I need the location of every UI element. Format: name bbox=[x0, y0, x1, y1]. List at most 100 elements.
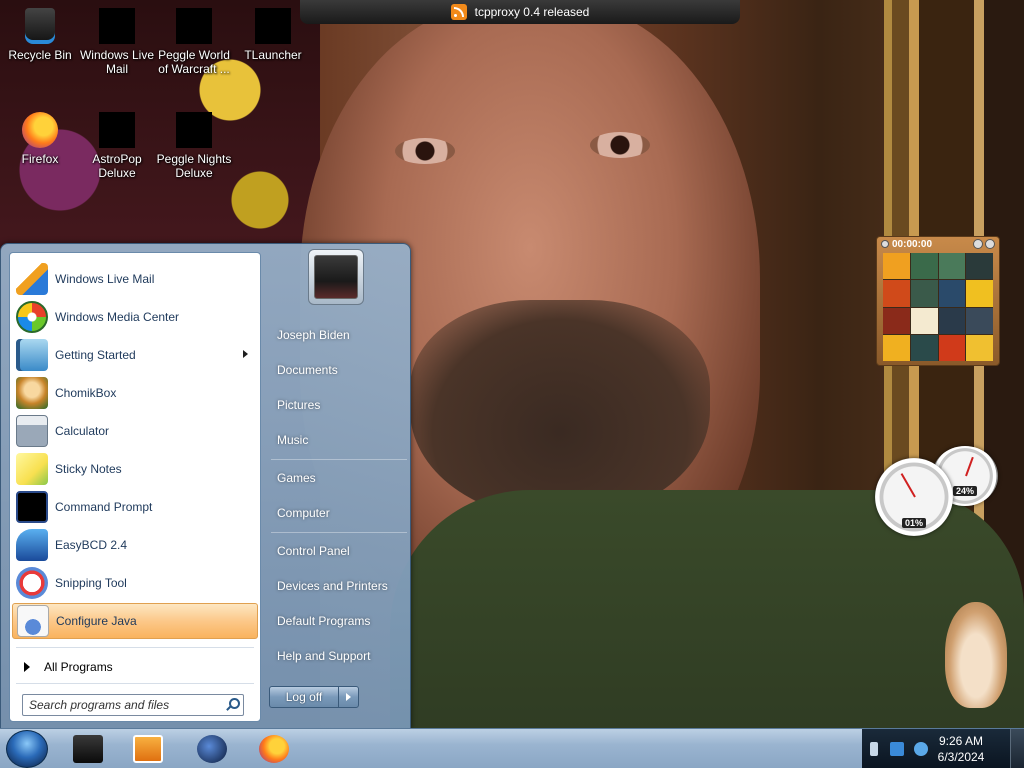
start-item-label: EasyBCD 2.4 bbox=[55, 538, 128, 552]
taskbar-app-2[interactable] bbox=[122, 732, 174, 766]
place-devices-and-printers[interactable]: Devices and Printers bbox=[269, 572, 409, 600]
start-search bbox=[22, 694, 244, 716]
clock-date: 6/3/2024 bbox=[937, 750, 985, 764]
puzzle-tile[interactable] bbox=[938, 307, 966, 334]
cpu-meter-gadget[interactable]: 01% bbox=[875, 458, 953, 536]
system-tray: 9:26 AM 6/3/2024 bbox=[862, 729, 1024, 768]
place-label: Default Programs bbox=[277, 614, 371, 628]
desktop-icon-recycle-bin[interactable]: Recycle Bin bbox=[0, 8, 80, 62]
start-search-input[interactable] bbox=[23, 695, 219, 715]
help-icon[interactable] bbox=[973, 239, 983, 249]
mail-icon bbox=[99, 8, 135, 44]
place-label: Documents bbox=[277, 363, 338, 377]
desktop-icon-peggle-nights-deluxe[interactable]: Peggle Nights Deluxe bbox=[154, 112, 234, 180]
logoff-button[interactable]: Log off bbox=[270, 687, 338, 707]
firefox-icon bbox=[259, 735, 289, 763]
start-item-getting-started[interactable]: Getting Started bbox=[12, 337, 258, 373]
puzzle-timer: 00:00:00 bbox=[892, 238, 933, 250]
puzzle-tile[interactable] bbox=[883, 334, 910, 361]
expand-arrow-icon bbox=[24, 662, 30, 672]
puzzle-tile[interactable] bbox=[938, 280, 966, 307]
puzzle-tile[interactable] bbox=[910, 307, 938, 334]
cpu-meter-needle bbox=[900, 473, 916, 498]
place-user-folder[interactable]: Joseph Biden bbox=[269, 321, 409, 349]
start-item-command-prompt[interactable]: Command Prompt bbox=[12, 489, 258, 525]
puzzle-tile[interactable] bbox=[966, 307, 993, 334]
memory-meter-needle bbox=[965, 456, 974, 477]
desktop-icon-tlauncher[interactable]: TLauncher bbox=[233, 8, 313, 62]
place-control-panel[interactable]: Control Panel bbox=[269, 537, 409, 565]
puzzle-tile[interactable] bbox=[966, 334, 993, 361]
puzzle-tile[interactable] bbox=[883, 307, 910, 334]
show-hidden-icons-icon[interactable] bbox=[870, 742, 878, 756]
place-games[interactable]: Games bbox=[269, 464, 409, 492]
puzzle-tile[interactable] bbox=[883, 253, 910, 280]
start-item-label: Calculator bbox=[55, 424, 110, 438]
puzzle-tile[interactable] bbox=[910, 334, 938, 361]
desktop-icon-label: AstroPop Deluxe bbox=[92, 152, 142, 180]
desktop-icon-windows-live-mail[interactable]: Windows Live Mail bbox=[77, 8, 157, 76]
taskbar-clock[interactable]: 9:26 AM 6/3/2024 bbox=[926, 733, 996, 765]
place-computer[interactable]: Computer bbox=[269, 499, 409, 527]
start-item-windows-media-center[interactable]: Windows Media Center bbox=[12, 299, 258, 335]
desktop-icon-label: Peggle Nights Deluxe bbox=[156, 152, 232, 180]
start-item-calculator[interactable]: Calculator bbox=[12, 413, 258, 449]
easybcd-icon bbox=[16, 529, 48, 561]
media-player-icon bbox=[133, 735, 163, 763]
start-item-label: Command Prompt bbox=[55, 500, 153, 514]
refresh-icon[interactable] bbox=[985, 239, 995, 249]
desktop-icon-astropop-deluxe[interactable]: AstroPop Deluxe bbox=[77, 112, 157, 180]
network-icon[interactable] bbox=[890, 742, 904, 756]
taskbar-app-1[interactable] bbox=[62, 732, 114, 766]
start-item-label: Getting Started bbox=[55, 348, 136, 362]
puzzle-tile[interactable] bbox=[883, 280, 910, 307]
place-documents[interactable]: Documents bbox=[269, 356, 409, 384]
place-default-programs[interactable]: Default Programs bbox=[269, 607, 409, 635]
puzzle-gadget-buttons bbox=[973, 239, 995, 249]
feed-notification[interactable]: tcpproxy 0.4 released bbox=[300, 0, 740, 24]
taskbar-app-firefox[interactable] bbox=[248, 732, 300, 766]
place-music[interactable]: Music bbox=[269, 426, 409, 454]
puzzle-gadget[interactable]: 00:00:00 bbox=[876, 236, 1000, 366]
sticky-notes-icon bbox=[16, 453, 48, 485]
submenu-arrow-icon bbox=[243, 350, 248, 358]
place-label: Pictures bbox=[277, 398, 321, 412]
search-icon[interactable] bbox=[225, 698, 240, 712]
command-prompt-icon bbox=[16, 491, 48, 523]
puzzle-tile[interactable] bbox=[910, 280, 938, 307]
start-item-chomikbox[interactable]: ChomikBox bbox=[12, 375, 258, 411]
places-separator bbox=[271, 532, 407, 533]
start-item-easybcd[interactable]: EasyBCD 2.4 bbox=[12, 527, 258, 563]
all-programs-button[interactable]: All Programs bbox=[16, 655, 256, 679]
desktop-icon-firefox[interactable]: Firefox bbox=[0, 112, 80, 166]
desktop-icon-label: Recycle Bin bbox=[8, 48, 72, 62]
start-item-label: Sticky Notes bbox=[55, 462, 122, 476]
puzzle-tile[interactable] bbox=[910, 253, 938, 280]
place-help-and-support[interactable]: Help and Support bbox=[269, 642, 409, 670]
puzzle-tile[interactable] bbox=[938, 253, 966, 280]
shutdown-options-arrow-icon[interactable] bbox=[338, 687, 358, 707]
desktop-icon-peggle-world-of-warcraft[interactable]: Peggle World of Warcraft ... bbox=[154, 8, 234, 76]
start-item-sticky-notes[interactable]: Sticky Notes bbox=[12, 451, 258, 487]
start-item-configure-java[interactable]: Configure Java bbox=[12, 603, 258, 639]
start-button[interactable] bbox=[6, 730, 48, 768]
puzzle-grid[interactable] bbox=[883, 253, 993, 361]
desktop-icon-label: TLauncher bbox=[244, 48, 302, 62]
place-label: Games bbox=[277, 471, 316, 485]
user-avatar[interactable] bbox=[308, 249, 364, 305]
start-item-label: Snipping Tool bbox=[55, 576, 127, 590]
start-item-snipping-tool[interactable]: Snipping Tool bbox=[12, 565, 258, 601]
puzzle-tile[interactable] bbox=[966, 280, 993, 307]
game-icon bbox=[176, 112, 212, 148]
start-item-windows-live-mail[interactable]: Windows Live Mail bbox=[12, 261, 258, 297]
puzzle-tile[interactable] bbox=[938, 334, 966, 361]
taskbar-app-3[interactable] bbox=[186, 732, 238, 766]
place-pictures[interactable]: Pictures bbox=[269, 391, 409, 419]
recycle-bin-icon bbox=[25, 8, 55, 44]
show-desktop-button[interactable] bbox=[1010, 729, 1024, 768]
start-menu-separator bbox=[16, 647, 254, 648]
place-label: Joseph Biden bbox=[277, 328, 350, 342]
puzzle-tile[interactable] bbox=[966, 253, 993, 280]
taskbar: 9:26 AM 6/3/2024 bbox=[0, 728, 1024, 768]
hamster-gadget[interactable] bbox=[945, 602, 1007, 708]
